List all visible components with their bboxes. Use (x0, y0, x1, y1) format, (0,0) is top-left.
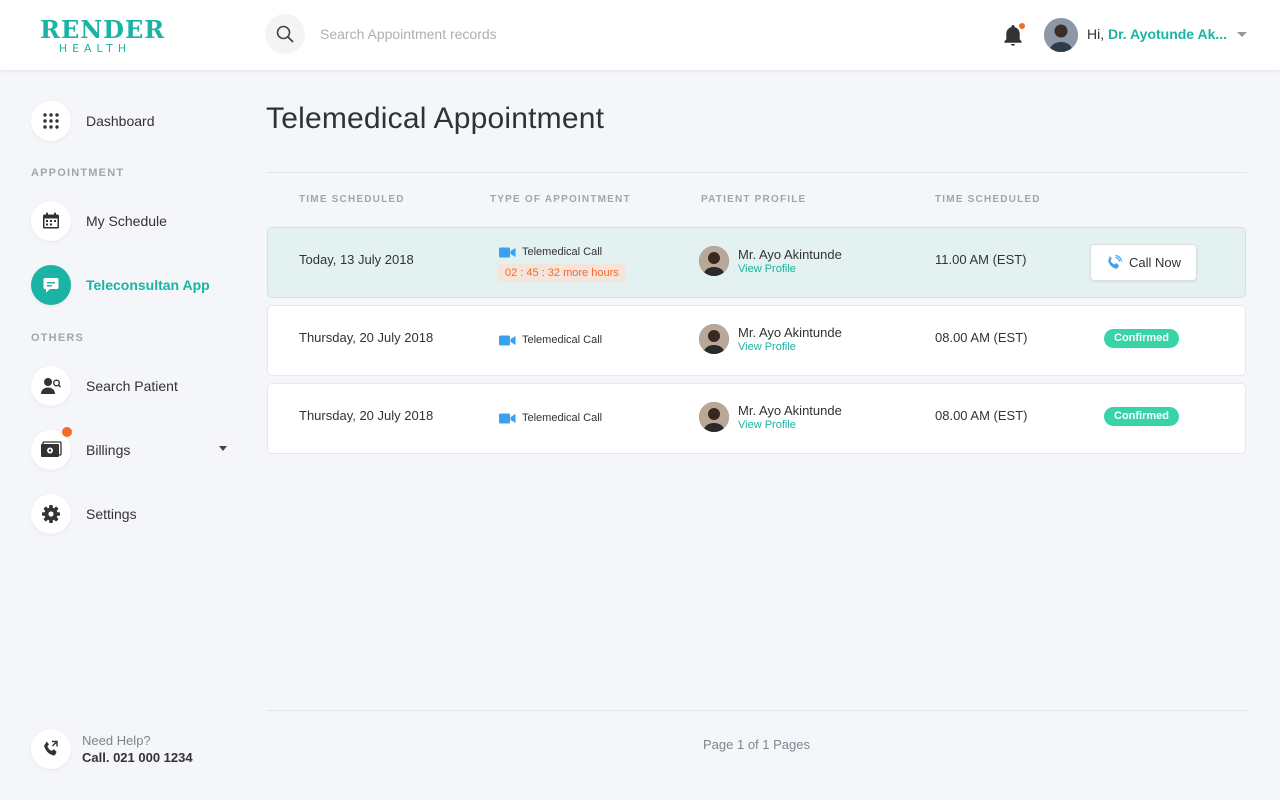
sidebar-item-settings[interactable]: Settings (31, 494, 137, 534)
column-header-time: TIME SCHEDULED (935, 194, 1041, 205)
table-row[interactable]: Thursday, 20 July 2018 Telemedical Call … (267, 305, 1246, 376)
brand-line2: HEALTH (58, 42, 132, 55)
greeting-prefix: Hi, (1087, 26, 1105, 42)
appointment-date: Thursday, 20 July 2018 (299, 330, 434, 345)
patient-avatar[interactable] (699, 246, 729, 276)
grid-icon (31, 101, 71, 141)
page-title: Telemedical Appointment (266, 102, 605, 135)
appointment-date: Thursday, 20 July 2018 (299, 408, 434, 423)
patient-name: Mr. Ayo Akintunde (738, 246, 842, 262)
help-block: Need Help? Call. 021 000 1234 (31, 729, 193, 769)
patient-profile: Mr. Ayo Akintunde View Profile (699, 324, 842, 354)
sidebar-item-label: Search Patient (86, 378, 178, 394)
phone-icon[interactable] (31, 729, 71, 769)
brand-line1: RENDER (40, 15, 166, 44)
footer-divider (266, 710, 1247, 711)
view-profile-link[interactable]: View Profile (738, 418, 842, 432)
status-badge: Confirmed (1104, 329, 1179, 348)
appointment-time: 08.00 AM (EST) (935, 408, 1028, 423)
patient-name: Mr. Ayo Akintunde (738, 402, 842, 418)
help-label: Need Help? (82, 733, 151, 748)
sidebar-item-label: My Schedule (86, 213, 167, 229)
video-camera-icon (499, 413, 516, 423)
call-now-label: Call Now (1128, 255, 1181, 270)
appointment-time: 08.00 AM (EST) (935, 330, 1028, 345)
video-camera-icon (499, 335, 516, 345)
user-menu-chevron-down-icon[interactable] (1237, 32, 1247, 37)
patient-avatar[interactable] (699, 402, 729, 432)
billing-icon (31, 427, 72, 470)
calendar-icon (31, 201, 71, 241)
billings-chevron-down-icon[interactable] (219, 446, 227, 451)
search-icon[interactable] (265, 14, 305, 54)
column-header-patient: PATIENT PROFILE (701, 194, 807, 205)
help-phone[interactable]: Call. 021 000 1234 (82, 750, 193, 765)
view-profile-link[interactable]: View Profile (738, 340, 842, 354)
user-greeting[interactable]: Hi, Dr. Ayotunde Ak... (1087, 26, 1231, 42)
sidebar-item-billings[interactable]: Billings (31, 427, 131, 470)
user-avatar[interactable] (1044, 18, 1078, 52)
sidebar-item-label: Billings (86, 442, 131, 458)
table-row[interactable]: Thursday, 20 July 2018 Telemedical Call … (267, 383, 1246, 454)
appointment-type: Telemedical Call (499, 246, 602, 258)
column-header-time-scheduled: TIME SCHEDULED (299, 194, 405, 205)
video-camera-icon (499, 247, 516, 257)
brand-logo[interactable]: RENDER HEALTH (40, 15, 166, 55)
call-now-button[interactable]: Call Now (1090, 244, 1197, 281)
sidebar-item-dashboard[interactable]: Dashboard (31, 101, 155, 141)
user-name: Dr. Ayotunde Ak... (1108, 26, 1228, 42)
sidebar-item-label: Teleconsultan App (86, 277, 210, 293)
patient-search-icon (31, 366, 71, 406)
appointment-type-label: Telemedical Call (522, 334, 603, 346)
section-appointment: APPOINTMENT (31, 167, 125, 179)
appointment-type-label: Telemedical Call (522, 246, 603, 258)
section-others: OTHERS (31, 332, 85, 344)
pagination-info: Page 1 of 1 Pages (703, 737, 810, 752)
appointment-type: Telemedical Call (499, 334, 602, 346)
appointment-type: Telemedical Call (499, 412, 602, 424)
phone-call-icon (1108, 254, 1122, 269)
appointment-time: 11.00 AM (EST) (935, 252, 1027, 267)
gear-icon (31, 494, 71, 534)
notification-dot (1018, 22, 1026, 30)
chat-icon (31, 265, 71, 305)
title-divider (266, 172, 1247, 173)
appointment-type-label: Telemedical Call (522, 412, 603, 424)
sidebar-item-label: Dashboard (86, 113, 155, 129)
top-bar: RENDER HEALTH Hi, Dr. Ayotunde Ak... (0, 0, 1280, 70)
sidebar-item-label: Settings (86, 506, 137, 522)
patient-profile: Mr. Ayo Akintunde View Profile (699, 246, 842, 276)
sidebar-item-teleconsult[interactable]: Teleconsultan App (31, 265, 210, 305)
patient-profile: Mr. Ayo Akintunde View Profile (699, 402, 842, 432)
sidebar-item-my-schedule[interactable]: My Schedule (31, 201, 167, 241)
patient-name: Mr. Ayo Akintunde (738, 324, 842, 340)
table-row[interactable]: Today, 13 July 2018 Telemedical Call 02 … (267, 227, 1246, 298)
search-input[interactable] (320, 24, 740, 44)
appointment-date: Today, 13 July 2018 (299, 252, 414, 267)
status-badge: Confirmed (1104, 407, 1179, 426)
patient-avatar[interactable] (699, 324, 729, 354)
sidebar-item-search-patient[interactable]: Search Patient (31, 366, 178, 406)
billing-notification-dot (62, 427, 72, 437)
view-profile-link[interactable]: View Profile (738, 262, 842, 276)
column-header-type: TYPE OF APPOINTMENT (490, 194, 631, 205)
countdown-badge: 02 : 45 : 32 more hours (498, 264, 626, 282)
